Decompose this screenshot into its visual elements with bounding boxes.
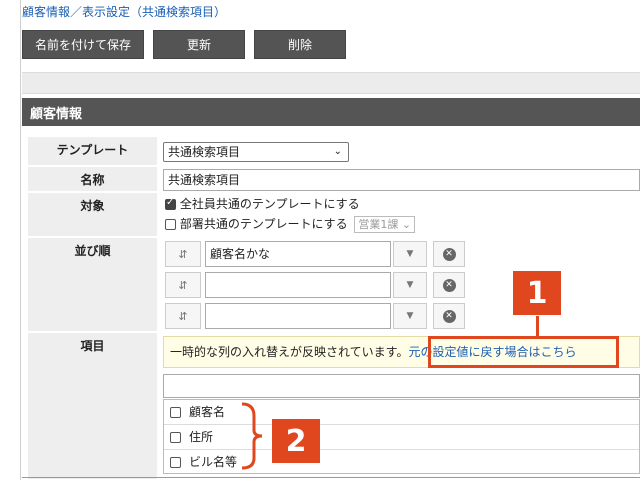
sort-icon: ⇵ bbox=[178, 309, 188, 323]
delete-button[interactable]: 削除 bbox=[254, 30, 346, 59]
sort-clear-button-2[interactable]: ✕ bbox=[433, 272, 465, 298]
chevron-down-icon: ▼ bbox=[406, 280, 414, 290]
item-checkbox[interactable] bbox=[170, 432, 181, 443]
list-item[interactable]: 住所 bbox=[164, 425, 639, 450]
target-label-cell: 対象 bbox=[28, 193, 157, 237]
sort-dropdown-1[interactable]: ▼ bbox=[393, 241, 427, 267]
left-border bbox=[20, 0, 21, 480]
template-select[interactable]: 共通検索項目 ⌄ bbox=[163, 142, 349, 162]
sort-field-1[interactable]: 顧客名かな bbox=[205, 241, 391, 267]
items-label-cell: 項目 bbox=[28, 333, 157, 480]
annotation-connector bbox=[536, 316, 539, 336]
target-option-dept[interactable]: 部署共通のテンプレートにする 営業1課 ⌄ bbox=[165, 215, 416, 233]
sort-clear-button-1[interactable]: ✕ bbox=[433, 241, 465, 267]
list-item[interactable]: ビル名等 bbox=[164, 450, 639, 475]
section-header: 顧客情報 bbox=[22, 98, 640, 126]
target-option-all[interactable]: 全社員共通のテンプレートにする bbox=[165, 195, 360, 212]
template-selected-value: 共通検索項目 bbox=[168, 145, 241, 159]
template-label-cell: テンプレート bbox=[28, 137, 157, 166]
chevron-down-icon: ⌄ bbox=[333, 146, 342, 157]
close-circle-icon: ✕ bbox=[442, 247, 456, 261]
item-checkbox[interactable] bbox=[170, 407, 181, 418]
breadcrumb[interactable]: 顧客情報／表示設定（共通検索項目） bbox=[22, 3, 226, 20]
sort-direction-button-1[interactable]: ⇵ bbox=[165, 241, 201, 267]
sort-field-3[interactable] bbox=[205, 303, 391, 329]
item-label: 住所 bbox=[189, 430, 214, 444]
item-label: ビル名等 bbox=[189, 455, 238, 469]
template-label: テンプレート bbox=[56, 143, 129, 157]
sort-dropdown-2[interactable]: ▼ bbox=[393, 272, 427, 298]
target-option-dept-label: 部署共通のテンプレートにする bbox=[179, 217, 348, 231]
name-label: 名称 bbox=[80, 173, 105, 187]
close-circle-icon: ✕ bbox=[442, 309, 456, 323]
sort-order-label: 並び順 bbox=[74, 244, 111, 258]
sort-icon: ⇵ bbox=[178, 247, 188, 261]
item-checkbox[interactable] bbox=[170, 457, 181, 468]
sort-clear-button-3[interactable]: ✕ bbox=[433, 303, 465, 329]
name-label-cell: 名称 bbox=[28, 167, 157, 192]
chevron-down-icon: ▼ bbox=[406, 311, 414, 321]
section-title: 顧客情報 bbox=[30, 106, 83, 122]
sort-direction-button-2[interactable]: ⇵ bbox=[165, 272, 201, 298]
sort-direction-button-3[interactable]: ⇵ bbox=[165, 303, 201, 329]
checkbox-all-employees[interactable] bbox=[165, 197, 176, 210]
update-button[interactable]: 更新 bbox=[153, 30, 245, 59]
list-item[interactable]: 顧客名 bbox=[164, 400, 639, 425]
bottom-divider bbox=[22, 477, 640, 478]
target-label: 対象 bbox=[80, 199, 105, 213]
checkbox-department[interactable] bbox=[165, 219, 176, 230]
close-circle-icon: ✕ bbox=[442, 278, 456, 292]
items-label: 項目 bbox=[80, 339, 105, 353]
department-select-value: 営業1課 bbox=[358, 218, 399, 231]
sort-dropdown-3[interactable]: ▼ bbox=[393, 303, 427, 329]
save-as-button[interactable]: 名前を付けて保存 bbox=[22, 30, 144, 59]
annotation-highlight-box bbox=[428, 336, 619, 368]
department-select[interactable]: 営業1課 ⌄ bbox=[354, 216, 416, 233]
sort-icon: ⇵ bbox=[178, 278, 188, 292]
chevron-down-icon: ▼ bbox=[406, 249, 414, 259]
toolbar-divider-band bbox=[22, 72, 640, 94]
annotation-badge-2: 2 bbox=[272, 419, 320, 463]
items-search-input[interactable] bbox=[163, 374, 640, 398]
sort-order-label-cell: 並び順 bbox=[28, 238, 157, 332]
name-field[interactable]: 共通検索項目 bbox=[163, 169, 640, 191]
annotation-badge-1: 1 bbox=[513, 271, 561, 315]
notice-text: 一時的な列の入れ替えが反映されています。 bbox=[170, 345, 409, 359]
item-label: 顧客名 bbox=[189, 405, 226, 419]
target-option-all-label: 全社員共通のテンプレートにする bbox=[179, 197, 360, 211]
sort-field-2[interactable] bbox=[205, 272, 391, 298]
items-checklist: 顧客名 住所 ビル名等 bbox=[163, 399, 640, 474]
